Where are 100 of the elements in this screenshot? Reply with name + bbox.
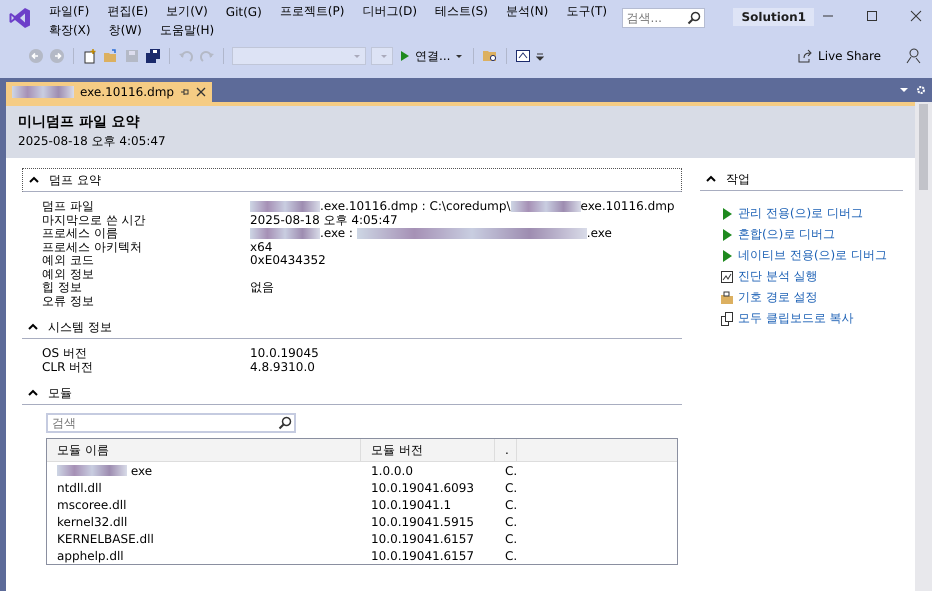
menu-item[interactable]: 분석(N)	[500, 3, 554, 20]
field-value: x64	[250, 240, 272, 254]
blurred-text	[57, 465, 127, 476]
field-label: 힙 정보	[42, 281, 83, 294]
search-field[interactable]: 검색...	[622, 8, 706, 28]
menu-item[interactable]: 디버그(D)	[357, 3, 422, 20]
column-header[interactable]: 모듈 버전	[361, 439, 495, 461]
module-name: apphelp.dll	[57, 548, 124, 562]
menu-item[interactable]: 확장(X)	[44, 22, 96, 39]
action-link[interactable]: 혼합(으)로 디버그	[738, 226, 836, 243]
document-tab[interactable]: exe.10116.dmp	[6, 82, 212, 102]
field-value: 2025-08-18 오후 4:05:47	[250, 214, 398, 227]
section-header[interactable]: 시스템 정보	[22, 316, 682, 339]
blurred-text	[12, 86, 74, 98]
window-icon[interactable]	[515, 48, 532, 64]
section-header[interactable]: 덤프 요약	[22, 168, 682, 192]
field-value: .exe.10116.dmp : C:\coredump\	[320, 200, 511, 214]
live-share-button[interactable]: Live Share	[795, 49, 883, 63]
search-icon	[278, 416, 292, 430]
table-cell-text: C.	[504, 498, 517, 512]
field-value: exe.10116.dmp	[580, 200, 675, 214]
column-header[interactable]: .	[495, 439, 517, 461]
action-link[interactable]: 네이티브 전용(으)로 디버그	[738, 247, 887, 264]
action-link[interactable]: 모두 클립보드로 복사	[738, 310, 854, 327]
module-version: 10.0.19041.6157	[370, 548, 476, 562]
table-cell-text: C.	[504, 480, 517, 494]
maximize-icon[interactable]	[866, 10, 878, 22]
settings-icon[interactable]	[916, 85, 926, 95]
attach-button[interactable]: 연결...	[398, 48, 466, 64]
module-name: KERNELBASE.dll	[57, 532, 154, 546]
page-title: 미니덤프 파일 요약	[18, 113, 141, 132]
module-version: 10.0.19041.6093	[370, 480, 476, 494]
open-folder-icon[interactable]	[103, 48, 119, 64]
action-link[interactable]: 진단 분석 실행	[738, 268, 818, 285]
menu-item[interactable]: 테스트(S)	[430, 3, 493, 20]
field-label: 오류 정보	[42, 294, 95, 308]
section-title: 모듈	[48, 384, 72, 402]
table-cell-text: C.	[504, 464, 517, 478]
menu-item[interactable]: 프로젝트(P)	[274, 3, 350, 20]
new-item-icon[interactable]	[82, 48, 98, 64]
menu-item[interactable]: 도움말(H)	[154, 22, 220, 39]
section-title: 시스템 정보	[48, 318, 112, 336]
collapse-icon[interactable]	[28, 389, 38, 397]
caret-icon	[455, 52, 464, 60]
collapse-icon[interactable]	[28, 323, 38, 331]
field-value: 4.8.9310.0	[250, 360, 315, 374]
menu-item[interactable]: 편집(E)	[102, 3, 154, 20]
blurred-text	[510, 201, 581, 212]
scrollbar-thumb[interactable]	[919, 104, 928, 190]
close-icon[interactable]	[196, 87, 206, 97]
collapse-icon[interactable]	[706, 175, 716, 183]
app-logo-icon	[8, 6, 32, 30]
feedback-icon[interactable]	[904, 47, 922, 65]
action-link[interactable]: 기호 경로 설정	[738, 289, 818, 306]
timestamp: 2025-08-18 오후 4:05:47	[18, 133, 167, 150]
dropdown-icon[interactable]	[900, 86, 908, 94]
field-label: 예외 코드	[42, 254, 95, 268]
blurred-text	[250, 228, 320, 240]
pin-icon[interactable]	[180, 87, 190, 97]
overflow-icon[interactable]	[536, 51, 544, 61]
module-name: ntdll.dll	[57, 480, 102, 494]
field-value: 없음	[250, 281, 274, 294]
field-label: 마지막으로 쓴 시간	[42, 214, 147, 227]
column-header[interactable]: 모듈 이름	[47, 439, 361, 461]
field-label: CLR 버전	[42, 360, 94, 374]
table-cell-text: C.	[504, 514, 517, 528]
field-value: .exe	[586, 227, 612, 240]
close-icon[interactable]	[910, 10, 922, 22]
play-icon	[720, 228, 734, 242]
table-cell-text: C.	[504, 548, 517, 562]
field-value: 10.0.19045	[250, 347, 319, 360]
menu-item[interactable]: 도구(T)	[561, 3, 612, 20]
scrollbar[interactable]	[915, 102, 932, 591]
module-name: kernel32.dll	[57, 514, 128, 528]
share-icon	[797, 49, 814, 63]
section-title: 작업	[726, 170, 750, 188]
action-link[interactable]: 관리 전용(으)로 디버그	[738, 205, 863, 222]
search-field[interactable]: 검색	[46, 413, 296, 433]
field-label: 프로세스 이름	[42, 227, 119, 240]
caret-icon	[353, 52, 361, 60]
play-icon	[720, 206, 734, 220]
section-title: 덤프 요약	[49, 172, 101, 188]
module-version: 10.0.19041.5915	[370, 514, 476, 528]
folder-search-icon[interactable]	[482, 48, 498, 64]
play-icon	[400, 50, 410, 62]
folder-icon	[720, 290, 734, 304]
module-version: 1.0.0.0	[370, 464, 414, 478]
menu-item[interactable]: Git(G)	[220, 4, 267, 18]
caret-icon	[380, 52, 388, 60]
module-version: 10.0.19041.1	[370, 498, 452, 512]
menu-item[interactable]: 창(W)	[104, 22, 147, 39]
collapse-icon[interactable]	[29, 176, 39, 184]
menu-item[interactable]: 보기(V)	[161, 3, 213, 20]
menu-item[interactable]: 파일(F)	[44, 3, 94, 20]
chart-icon	[720, 270, 734, 284]
module-name: exe	[130, 464, 152, 478]
save-all-icon[interactable]	[145, 48, 161, 64]
field-label: 덤프 파일	[42, 200, 95, 214]
field-label: OS 버전	[42, 347, 88, 360]
play-icon	[720, 248, 734, 262]
